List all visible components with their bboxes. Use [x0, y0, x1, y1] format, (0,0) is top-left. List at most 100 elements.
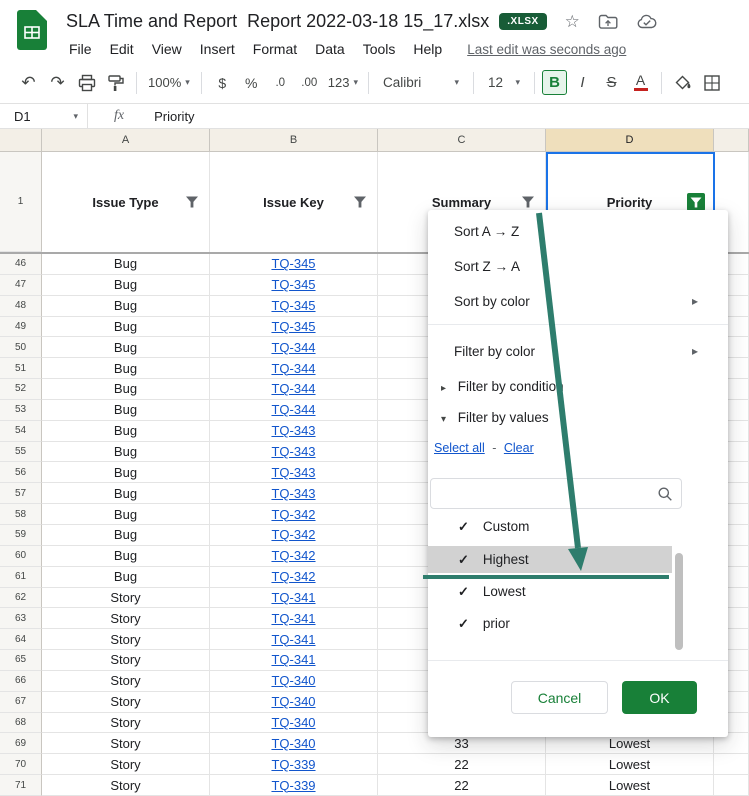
- cell-issue-type[interactable]: Bug: [42, 275, 210, 296]
- cell-issue-type[interactable]: Story: [42, 608, 210, 629]
- cell-issue-type[interactable]: Story: [42, 775, 210, 796]
- redo-button[interactable]: ↷: [44, 69, 71, 96]
- cell-issue-type[interactable]: Story: [42, 692, 210, 713]
- section-filter-by-values[interactable]: ▾ Filter by values: [428, 400, 728, 435]
- cell-issue-key[interactable]: TQ-342: [210, 567, 378, 588]
- cell-issue-type[interactable]: Bug: [42, 296, 210, 317]
- cell-summary[interactable]: 22: [378, 775, 546, 796]
- cell-issue-type[interactable]: Bug: [42, 442, 210, 463]
- clear-link[interactable]: Clear: [504, 441, 534, 455]
- cell-issue-key[interactable]: TQ-340: [210, 692, 378, 713]
- issue-key-link[interactable]: TQ-343: [271, 486, 315, 501]
- cell-issue-key[interactable]: TQ-343: [210, 483, 378, 504]
- column-header-c[interactable]: C: [378, 129, 546, 152]
- cell-issue-key[interactable]: TQ-343: [210, 462, 378, 483]
- row-number[interactable]: 68: [0, 713, 42, 734]
- strikethrough-button[interactable]: S: [598, 69, 625, 96]
- issue-key-link[interactable]: TQ-340: [271, 694, 315, 709]
- filter-funnel-icon[interactable]: [353, 196, 367, 209]
- row-number[interactable]: 70: [0, 754, 42, 775]
- row-number[interactable]: 66: [0, 671, 42, 692]
- column-header-b[interactable]: B: [210, 129, 378, 152]
- menu-help[interactable]: Help: [404, 41, 451, 57]
- issue-key-link[interactable]: TQ-339: [271, 757, 315, 772]
- cell-summary[interactable]: 22: [378, 754, 546, 775]
- cell-issue-key[interactable]: TQ-344: [210, 358, 378, 379]
- active-filter-funnel-icon[interactable]: [687, 193, 705, 211]
- document-title[interactable]: SLA Time and Report Report 2022-03-18 15…: [66, 11, 489, 32]
- row-number[interactable]: 47: [0, 275, 42, 296]
- menu-item-sort-za[interactable]: Sort Z → A: [428, 249, 728, 284]
- cell-issue-key[interactable]: TQ-342: [210, 504, 378, 525]
- cell-issue-key[interactable]: TQ-342: [210, 546, 378, 567]
- header-cell-issue-key[interactable]: Issue Key: [210, 152, 378, 252]
- cell-issue-key[interactable]: TQ-343: [210, 421, 378, 442]
- cell-issue-key[interactable]: TQ-339: [210, 775, 378, 796]
- issue-key-link[interactable]: TQ-343: [271, 423, 315, 438]
- row-number[interactable]: 52: [0, 379, 42, 400]
- cell-issue-key[interactable]: TQ-341: [210, 650, 378, 671]
- name-box[interactable]: D1 ▾: [0, 104, 88, 128]
- cell-issue-type[interactable]: Bug: [42, 546, 210, 567]
- row-number[interactable]: 55: [0, 442, 42, 463]
- cloud-status-icon[interactable]: [636, 14, 658, 30]
- issue-key-link[interactable]: TQ-342: [271, 507, 315, 522]
- issue-key-link[interactable]: TQ-339: [271, 778, 315, 793]
- row-number[interactable]: 48: [0, 296, 42, 317]
- cell-issue-type[interactable]: Story: [42, 671, 210, 692]
- format-currency-button[interactable]: $: [209, 69, 236, 96]
- cell-issue-key[interactable]: TQ-342: [210, 525, 378, 546]
- column-header-d[interactable]: D: [546, 129, 714, 152]
- row-number[interactable]: 60: [0, 546, 42, 567]
- issue-key-link[interactable]: TQ-345: [271, 277, 315, 292]
- issue-key-link[interactable]: TQ-341: [271, 632, 315, 647]
- star-icon[interactable]: ☆: [565, 12, 580, 32]
- filter-funnel-icon[interactable]: [521, 196, 535, 209]
- menu-item-filter-by-color[interactable]: Filter by color ▸: [428, 334, 728, 369]
- last-edit-status[interactable]: Last edit was seconds ago: [467, 42, 626, 57]
- borders-button[interactable]: [698, 69, 725, 96]
- row-number[interactable]: 57: [0, 483, 42, 504]
- row-number[interactable]: 46: [0, 254, 42, 275]
- cell-issue-key[interactable]: TQ-340: [210, 733, 378, 754]
- section-filter-by-condition[interactable]: ▸ Filter by condition: [428, 369, 728, 404]
- filter-value-custom[interactable]: ✓Custom: [428, 511, 672, 543]
- cell-issue-key[interactable]: TQ-344: [210, 379, 378, 400]
- issue-key-link[interactable]: TQ-341: [271, 590, 315, 605]
- increase-decimal-button[interactable]: .00: [296, 69, 323, 96]
- cell-issue-key[interactable]: TQ-345: [210, 317, 378, 338]
- cell-issue-key[interactable]: TQ-344: [210, 400, 378, 421]
- row-number[interactable]: 67: [0, 692, 42, 713]
- row-number[interactable]: 54: [0, 421, 42, 442]
- text-color-button[interactable]: A: [627, 69, 654, 96]
- cell-issue-key[interactable]: TQ-344: [210, 337, 378, 358]
- menu-view[interactable]: View: [143, 41, 191, 57]
- menu-tools[interactable]: Tools: [354, 41, 405, 57]
- menu-edit[interactable]: Edit: [101, 41, 143, 57]
- row-number[interactable]: 59: [0, 525, 42, 546]
- italic-button[interactable]: I: [569, 69, 596, 96]
- cell-issue-type[interactable]: Story: [42, 629, 210, 650]
- cell-issue-type[interactable]: Bug: [42, 317, 210, 338]
- issue-key-link[interactable]: TQ-343: [271, 465, 315, 480]
- decrease-decimal-button[interactable]: .0: [267, 69, 294, 96]
- bold-button[interactable]: B: [542, 70, 567, 95]
- row-number[interactable]: 1: [0, 152, 42, 252]
- issue-key-link[interactable]: TQ-341: [271, 652, 315, 667]
- cancel-button[interactable]: Cancel: [511, 681, 608, 714]
- filter-search-input[interactable]: [431, 479, 681, 508]
- issue-key-link[interactable]: TQ-345: [271, 298, 315, 313]
- paint-format-button[interactable]: [102, 69, 129, 96]
- select-all-link[interactable]: Select all: [434, 441, 485, 455]
- cell-issue-key[interactable]: TQ-340: [210, 713, 378, 734]
- menu-data[interactable]: Data: [306, 41, 354, 57]
- issue-key-link[interactable]: TQ-345: [271, 319, 315, 334]
- cell-issue-type[interactable]: Bug: [42, 567, 210, 588]
- format-percent-button[interactable]: %: [238, 69, 265, 96]
- cell-issue-key[interactable]: TQ-341: [210, 629, 378, 650]
- row-number[interactable]: 64: [0, 629, 42, 650]
- sheets-logo-icon[interactable]: [17, 10, 47, 50]
- column-header-a[interactable]: A: [42, 129, 210, 152]
- row-number[interactable]: 62: [0, 588, 42, 609]
- column-header-e[interactable]: [714, 129, 749, 152]
